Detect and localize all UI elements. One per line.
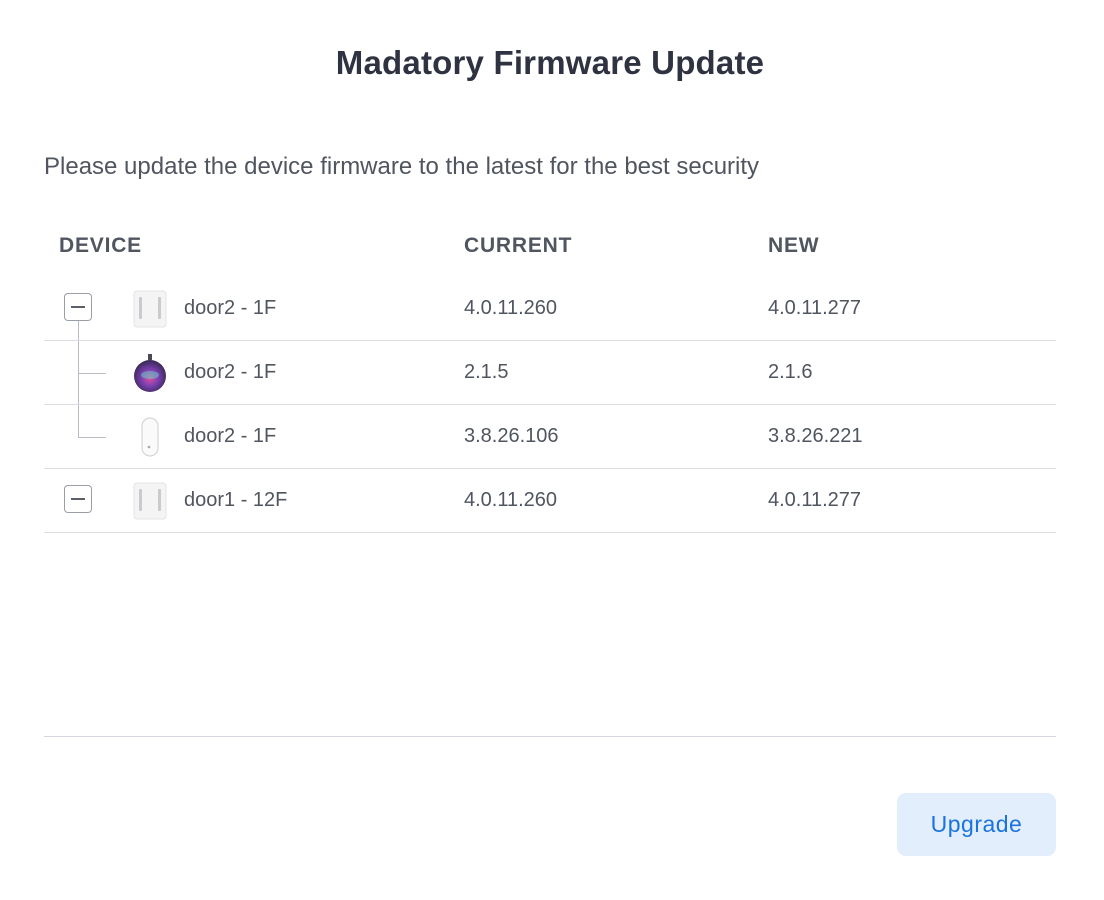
firmware-update-dialog: Madatory Firmware Update Please update t… bbox=[0, 0, 1104, 900]
table-row[interactable]: door1 - 12F 4.0.11.260 4.0.11.277 bbox=[44, 469, 1056, 533]
column-header-new: NEW bbox=[768, 234, 820, 257]
table-header: DEVICE CURRENT NEW bbox=[44, 214, 1056, 277]
table-row[interactable]: door2 - 1F 4.0.11.260 4.0.11.277 bbox=[44, 277, 1056, 341]
current-version: 2.1.5 bbox=[464, 361, 509, 383]
device-name: door2 - 1F bbox=[184, 425, 277, 447]
dialog-title: Madatory Firmware Update bbox=[335, 44, 765, 81]
door-hub-icon bbox=[133, 482, 167, 520]
firmware-table: DEVICE CURRENT NEW door2 - 1F 4.0.11.260… bbox=[44, 214, 1056, 533]
door-sensor-icon bbox=[141, 417, 159, 457]
table-row[interactable]: door2 - 1F 2.1.5 2.1.6 bbox=[44, 341, 1056, 405]
new-version: 3.8.26.221 bbox=[768, 425, 863, 447]
column-header-current: CURRENT bbox=[464, 234, 573, 257]
door-hub-icon bbox=[133, 290, 167, 328]
collapse-toggle-button[interactable] bbox=[64, 293, 92, 321]
round-reader-icon bbox=[134, 354, 166, 392]
new-version: 4.0.11.277 bbox=[768, 489, 862, 511]
collapse-toggle-button[interactable] bbox=[64, 485, 92, 513]
device-name: door2 - 1F bbox=[184, 297, 277, 319]
dialog-subtitle: Please update the device firmware to the… bbox=[44, 153, 760, 180]
upgrade-button[interactable]: Upgrade bbox=[897, 793, 1056, 856]
device-name: door2 - 1F bbox=[184, 361, 277, 383]
footer-divider bbox=[44, 736, 1056, 737]
column-header-device: DEVICE bbox=[59, 234, 142, 257]
new-version: 2.1.6 bbox=[768, 361, 813, 383]
new-version: 4.0.11.277 bbox=[768, 297, 862, 319]
table-row[interactable]: door2 - 1F 3.8.26.106 3.8.26.221 bbox=[44, 405, 1056, 469]
current-version: 4.0.11.260 bbox=[464, 489, 558, 511]
current-version: 4.0.11.260 bbox=[464, 297, 558, 319]
device-name: door1 - 12F bbox=[184, 489, 288, 511]
current-version: 3.8.26.106 bbox=[464, 425, 559, 447]
